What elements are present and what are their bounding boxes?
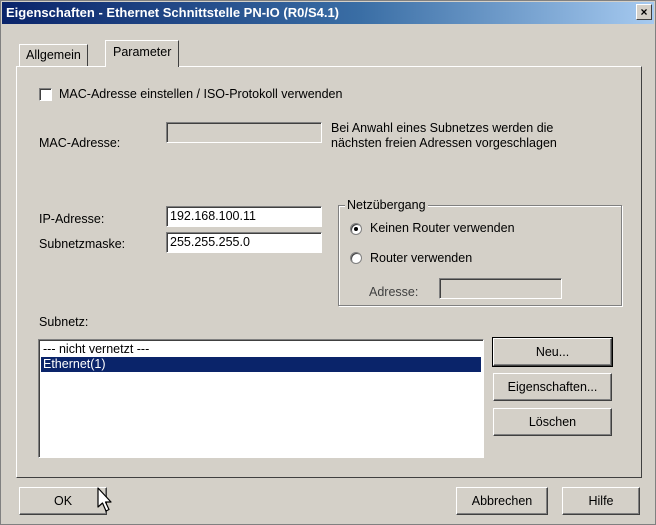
title-bar[interactable]: Eigenschaften - Ethernet Schnittstelle P… [2, 2, 654, 24]
cancel-button[interactable]: Abbrechen [456, 487, 548, 515]
ok-button[interactable]: OK [19, 487, 107, 515]
ip-address-label: IP-Adresse: [39, 212, 105, 226]
tab-label: Parameter [113, 45, 172, 59]
router-address-field[interactable] [439, 278, 562, 299]
mac-iso-checkbox-label[interactable]: MAC-Adresse einstellen / ISO-Protokoll v… [59, 87, 342, 101]
radio-no-router-label[interactable]: Keinen Router verwenden [370, 221, 515, 235]
tab-parameter[interactable]: Parameter [105, 40, 180, 67]
tab-allgemein[interactable]: Allgemein [19, 44, 88, 66]
subnet-mask-label: Subnetzmaske: [39, 237, 126, 251]
help-button[interactable]: Hilfe [562, 487, 640, 515]
subnet-label: Subnetz: [39, 315, 89, 329]
ip-address-field[interactable]: 192.168.100.11 [166, 206, 322, 227]
list-item[interactable]: --- nicht vernetzt --- [41, 342, 481, 357]
delete-subnet-button[interactable]: Löschen [493, 408, 612, 436]
mac-iso-checkbox[interactable] [39, 88, 52, 101]
subnet-properties-button[interactable]: Eigenschaften... [493, 373, 612, 401]
subnet-mask-field[interactable]: 255.255.255.0 [166, 232, 322, 253]
list-item[interactable]: Ethernet(1) [41, 357, 481, 372]
radio-use-router[interactable] [350, 252, 362, 264]
mac-address-label: MAC-Adresse: [39, 136, 121, 150]
mouse-pointer-icon [97, 487, 112, 512]
gateway-legend: Netzübergang [345, 198, 428, 212]
new-subnet-button[interactable]: Neu... [492, 337, 613, 367]
radio-use-router-label[interactable]: Router verwenden [370, 251, 472, 265]
subnet-hint-line2: nächsten freien Adressen vorgeschlagen [331, 136, 557, 150]
subnet-listbox[interactable]: --- nicht vernetzt --- Ethernet(1) [38, 339, 484, 458]
router-address-label: Adresse: [369, 285, 419, 299]
close-icon[interactable]: × [636, 4, 652, 20]
mac-address-field[interactable] [166, 122, 322, 143]
radio-no-router[interactable] [350, 223, 362, 235]
tab-label: Allgemein [26, 48, 81, 62]
subnet-hint-line1: Bei Anwahl eines Subnetzes werden die [331, 121, 554, 135]
properties-dialog: Eigenschaften - Ethernet Schnittstelle P… [0, 0, 656, 525]
window-title: Eigenschaften - Ethernet Schnittstelle P… [6, 5, 340, 20]
